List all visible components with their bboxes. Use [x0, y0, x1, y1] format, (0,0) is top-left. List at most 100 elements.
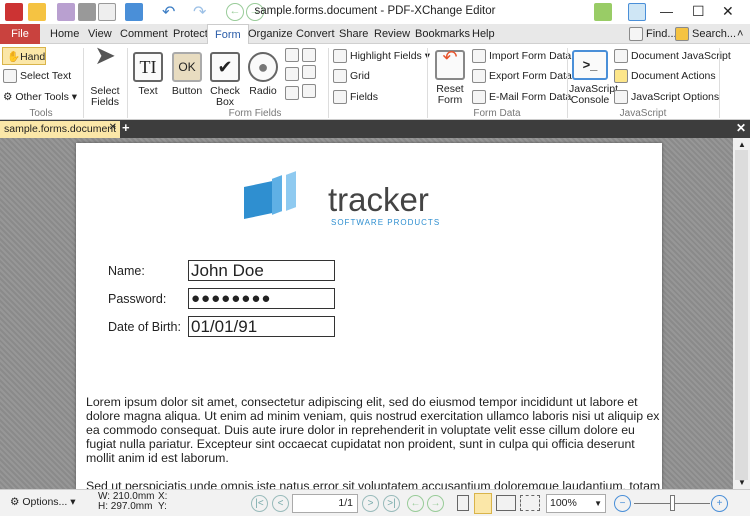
fullscreen-icon[interactable]: [628, 3, 646, 21]
fields-button[interactable]: Fields: [333, 88, 378, 106]
group-label-form-fields: Form Fields: [228, 108, 282, 119]
pointer-icon: ➤: [94, 40, 116, 70]
name-field[interactable]: John Doe: [188, 260, 335, 281]
document-javascript-button[interactable]: Document JavaScript: [614, 47, 731, 65]
tab-file[interactable]: File: [0, 24, 40, 44]
group-label-javascript: JavaScript: [619, 108, 667, 119]
hand-tool-button[interactable]: ✋Hand: [2, 47, 46, 65]
reset-form-button[interactable]: ↶ Reset Form: [432, 48, 468, 106]
dob-field[interactable]: 01/01/91: [188, 316, 335, 337]
zoom-select[interactable]: 100% ▼: [546, 494, 606, 513]
script-icon: [614, 49, 628, 64]
select-fields-button[interactable]: ➤ Select Fields: [88, 40, 122, 108]
close-tab-icon[interactable]: ✕: [109, 122, 117, 133]
grid-button[interactable]: Grid: [333, 67, 370, 85]
group-label-form-data: Form Data: [473, 108, 521, 119]
zoom-out-button[interactable]: −: [614, 495, 631, 512]
close-all-tabs-button[interactable]: ✕: [736, 121, 746, 135]
ok-button-icon: OK: [172, 52, 202, 82]
other-tools-button[interactable]: ⚙ Other Tools ▾: [3, 88, 77, 106]
body-text: Lorem ipsum dolor sit amet, consectetur …: [86, 395, 661, 493]
find-icon: [629, 27, 643, 42]
prev-page-button[interactable]: <: [272, 495, 289, 512]
document-actions-button[interactable]: Document Actions: [614, 67, 716, 85]
export-form-data-button[interactable]: Export Form Data: [472, 67, 572, 85]
highlight-fields-icon: [333, 49, 347, 64]
barcode-icon[interactable]: [302, 48, 316, 62]
import-form-data-button[interactable]: Import Form Data: [472, 47, 571, 65]
scroll-thumb[interactable]: [735, 150, 748, 480]
logo-subtitle: SOFTWARE PRODUCTS: [331, 218, 441, 227]
console-icon: >_: [572, 50, 608, 80]
import-icon: [472, 49, 486, 64]
search-folder-icon: [675, 27, 689, 42]
tab-home[interactable]: Home: [43, 24, 86, 44]
gear-icon: ⚙: [3, 91, 16, 103]
select-text-button[interactable]: Select Text: [3, 67, 71, 85]
more-field-types: [285, 48, 325, 100]
logo-text: tracker: [328, 181, 429, 218]
continuous-page-icon[interactable]: [474, 493, 492, 514]
email-form-data-button[interactable]: E-Mail Form Data: [472, 88, 571, 106]
single-page-icon[interactable]: [457, 495, 469, 511]
prev-view-button[interactable]: ←: [407, 495, 424, 512]
reset-form-icon: ↶: [435, 48, 465, 80]
lightning-icon: [614, 69, 628, 84]
scroll-up-icon[interactable]: ▲: [738, 140, 746, 149]
last-page-button[interactable]: >|: [383, 495, 400, 512]
hand-icon: ✋: [7, 51, 21, 63]
options-button[interactable]: ⚙ Options... ▾: [10, 496, 76, 508]
password-label: Password:: [108, 292, 167, 306]
grid-icon: [333, 69, 347, 84]
script-gear-icon: [614, 90, 628, 105]
next-page-button[interactable]: >: [362, 495, 379, 512]
dob-label: Date of Birth:: [108, 320, 181, 334]
close-button[interactable]: ✕: [722, 3, 734, 20]
signature-icon[interactable]: [285, 86, 299, 100]
facing-pages-icon[interactable]: [496, 495, 516, 511]
highlight-fields-button[interactable]: Highlight Fields ▾: [333, 47, 430, 65]
vertical-scrollbar[interactable]: ▲ ▼: [733, 138, 750, 489]
javascript-options-button[interactable]: JavaScript Options: [614, 88, 719, 106]
title-bar: ↶ ↷ ← → sample.forms.document - PDF-XCha…: [0, 0, 750, 24]
document-tab[interactable]: sample.forms.document ✕: [0, 121, 120, 138]
tab-help[interactable]: Help: [465, 24, 502, 44]
minimize-button[interactable]: —: [660, 4, 673, 19]
gear-icon: ⚙: [10, 496, 23, 508]
collapse-ribbon-icon[interactable]: ˄: [730, 24, 750, 44]
date-field-icon[interactable]: [302, 64, 316, 79]
next-view-button[interactable]: →: [427, 495, 444, 512]
continuous-facing-icon[interactable]: [520, 495, 540, 511]
status-bar: ⚙ Options... ▾ W: 210.0mm H: 297.0mm X: Y:…: [0, 489, 750, 516]
radio-icon: ●: [248, 52, 278, 82]
tracker-logo-icon: [244, 171, 300, 220]
export-icon: [472, 69, 486, 84]
page-dimensions: W: 210.0mm H: 297.0mm: [98, 491, 155, 512]
zoom-slider-thumb[interactable]: [670, 495, 675, 511]
radio-button[interactable]: ● Radio: [246, 52, 280, 97]
javascript-console-button[interactable]: >_ JavaScript Console: [569, 50, 618, 106]
cursor-coordinates: X: Y:: [158, 491, 168, 512]
group-label-tools: Tools: [29, 108, 53, 119]
password-field[interactable]: ●●●●●●●●: [188, 288, 335, 309]
scroll-down-icon[interactable]: ▼: [738, 478, 746, 487]
check-box-button[interactable]: ✔ Check Box: [208, 52, 242, 108]
image-field-icon[interactable]: [302, 83, 316, 98]
first-page-button[interactable]: |<: [251, 495, 268, 512]
name-label: Name:: [108, 264, 145, 278]
button-field-button[interactable]: OK Button: [170, 52, 204, 97]
list-box-icon[interactable]: [285, 48, 299, 62]
ribbon: ✋Hand Select Text ⚙ Other Tools ▾ Tools …: [0, 40, 750, 120]
zoom-in-button[interactable]: +: [711, 495, 728, 512]
checkmark-icon: ✔: [210, 52, 240, 82]
page-number-input[interactable]: 1/1: [292, 494, 358, 513]
combo-box-icon[interactable]: [285, 67, 299, 81]
new-tab-button[interactable]: +: [122, 120, 130, 135]
customize-icon[interactable]: [594, 3, 612, 21]
select-text-icon: [3, 69, 17, 84]
paragraph: Lorem ipsum dolor sit amet, consectetur …: [86, 395, 660, 465]
text-field-button[interactable]: TI Text: [131, 52, 165, 97]
email-form-icon: [472, 90, 486, 105]
text-field-icon: TI: [133, 52, 163, 82]
maximize-button[interactable]: ☐: [692, 3, 705, 20]
